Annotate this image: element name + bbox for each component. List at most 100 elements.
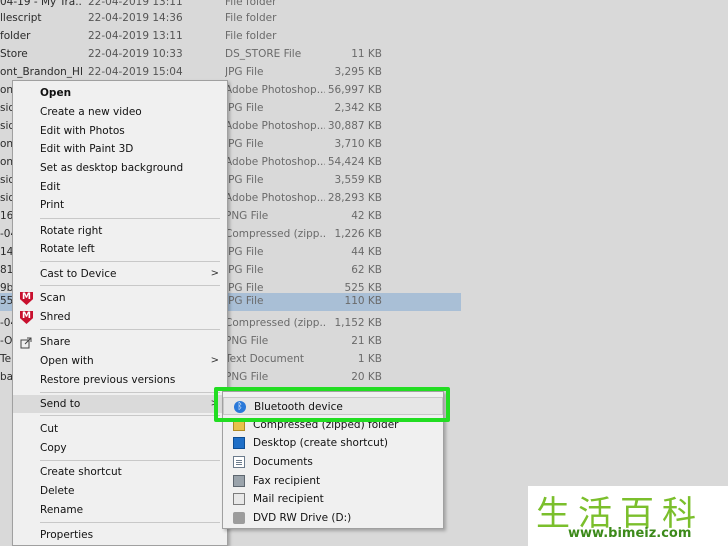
file-name: llescript — [0, 12, 42, 24]
file-type: File folder — [225, 0, 277, 8]
file-size: 3,295 KB — [334, 66, 383, 78]
file-date: 22-04-2019 15:04 — [88, 66, 183, 78]
menu-separator — [40, 522, 220, 523]
file-row[interactable]: folder 22-04-2019 13:11 File folder — [0, 28, 470, 46]
menu-label: Share — [40, 336, 71, 348]
menu-create-shortcut[interactable]: Create shortcut — [13, 463, 227, 481]
file-size: 11 KB — [351, 48, 382, 60]
menu-edit-paint3d[interactable]: Edit with Paint 3D — [13, 140, 227, 158]
chevron-right-icon: > — [210, 355, 219, 366]
file-size: 110 KB — [344, 295, 382, 307]
menu-label: Print — [40, 199, 65, 211]
menu-label: Edit with Paint 3D — [40, 143, 134, 155]
file-size: 54,424 KB — [327, 156, 382, 168]
file-size: 28,293 KB — [327, 192, 382, 204]
menu-separator — [40, 329, 220, 330]
menu-label: Shred — [40, 311, 71, 323]
menu-edit[interactable]: Edit — [13, 178, 227, 196]
chevron-right-icon: > — [210, 268, 219, 279]
menu-label: Cut — [40, 423, 59, 435]
send-to-fax-recipient[interactable]: Fax recipient — [223, 472, 443, 490]
mcafee-shield-icon — [20, 311, 33, 324]
menu-create-video[interactable]: Create a new video — [13, 103, 227, 121]
file-size: 56,997 KB — [327, 84, 382, 96]
menu-send-to[interactable]: Send to > — [13, 395, 227, 413]
file-size: 44 KB — [351, 246, 382, 258]
watermark: 生活百科 www.bimeiz.com — [528, 486, 728, 546]
file-name: 04-19 - My Tra... — [0, 0, 82, 8]
menu-rotate-right[interactable]: Rotate right — [13, 222, 227, 240]
file-name: folder — [0, 30, 31, 42]
menu-properties[interactable]: Properties — [13, 526, 227, 544]
menu-label: Create a new video — [40, 106, 142, 118]
file-date: 22-04-2019 13:11 — [88, 30, 183, 42]
file-type: Compressed (zipp... — [225, 228, 325, 240]
submenu-label: Desktop (create shortcut) — [253, 437, 389, 449]
file-row[interactable]: llescript 22-04-2019 14:36 File folder — [0, 10, 470, 28]
menu-cast-to-device[interactable]: Cast to Device > — [13, 265, 227, 283]
menu-scan[interactable]: Scan — [13, 289, 227, 307]
dvd-drive-icon — [233, 512, 245, 524]
file-type: JPG File — [225, 102, 264, 114]
menu-separator — [40, 218, 220, 219]
file-type: PNG File — [225, 210, 269, 222]
file-size: 20 KB — [351, 371, 382, 383]
file-type: Adobe Photoshop... — [225, 120, 325, 132]
highlight-box — [214, 387, 450, 422]
file-size: 3,559 KB — [334, 174, 383, 186]
file-size: 42 KB — [351, 210, 382, 222]
file-size: 62 KB — [351, 264, 382, 276]
menu-restore-previous-versions[interactable]: Restore previous versions — [13, 371, 227, 389]
menu-open[interactable]: Open — [13, 84, 227, 102]
menu-print[interactable]: Print — [13, 196, 227, 214]
file-type: File folder — [225, 30, 277, 42]
send-to-dvd-drive[interactable]: DVD RW Drive (D:) — [223, 509, 443, 527]
file-type: Text Document — [225, 353, 304, 365]
file-type: Adobe Photoshop... — [225, 84, 325, 96]
submenu-label: DVD RW Drive (D:) — [253, 512, 352, 524]
menu-set-desktop-background[interactable]: Set as desktop background — [13, 159, 227, 177]
menu-shred[interactable]: Shred — [13, 308, 227, 326]
menu-share[interactable]: Share — [13, 333, 227, 351]
send-to-desktop[interactable]: Desktop (create shortcut) — [223, 434, 443, 452]
menu-open-with[interactable]: Open with > — [13, 352, 227, 370]
file-size: 1,226 KB — [334, 228, 383, 240]
documents-icon — [233, 456, 245, 468]
menu-edit-photos[interactable]: Edit with Photos — [13, 122, 227, 140]
file-row[interactable]: Store 22-04-2019 10:33 DS_STORE File 11 … — [0, 46, 470, 64]
file-type: JPG File — [225, 246, 264, 258]
menu-label: Scan — [40, 292, 66, 304]
menu-separator — [40, 261, 220, 262]
send-to-mail-recipient[interactable]: Mail recipient — [223, 490, 443, 508]
menu-label: Rotate right — [40, 225, 103, 237]
fax-icon — [233, 475, 245, 487]
menu-rotate-left[interactable]: Rotate left — [13, 240, 227, 258]
submenu-label: Fax recipient — [253, 475, 321, 487]
file-type: Compressed (zipp... — [225, 317, 325, 329]
menu-rename[interactable]: Rename — [13, 501, 227, 519]
menu-cut[interactable]: Cut — [13, 420, 227, 438]
file-size: 1 KB — [357, 353, 382, 365]
mcafee-shield-icon — [20, 292, 33, 305]
file-type: JPG File — [225, 174, 264, 186]
share-icon — [20, 336, 33, 349]
file-name: ont_Brandon_HB — [0, 66, 82, 78]
file-date: 22-04-2019 10:33 — [88, 48, 183, 60]
menu-label: Rotate left — [40, 243, 95, 255]
file-type: Adobe Photoshop... — [225, 156, 325, 168]
submenu-label: Documents — [253, 456, 313, 468]
file-size: 1,152 KB — [334, 317, 383, 329]
file-size: 30,887 KB — [327, 120, 382, 132]
file-size: 3,710 KB — [334, 138, 383, 150]
send-to-documents[interactable]: Documents — [223, 453, 443, 471]
file-type: JPG File — [225, 66, 264, 78]
menu-label: Cast to Device — [40, 268, 117, 280]
menu-label: Open — [40, 87, 72, 99]
menu-separator — [40, 460, 220, 461]
menu-label: Delete — [40, 485, 75, 497]
menu-delete[interactable]: Delete — [13, 482, 227, 500]
menu-copy[interactable]: Copy — [13, 439, 227, 457]
menu-label: Edit with Photos — [40, 125, 125, 137]
menu-separator — [40, 285, 220, 286]
file-name: Store — [0, 48, 28, 60]
